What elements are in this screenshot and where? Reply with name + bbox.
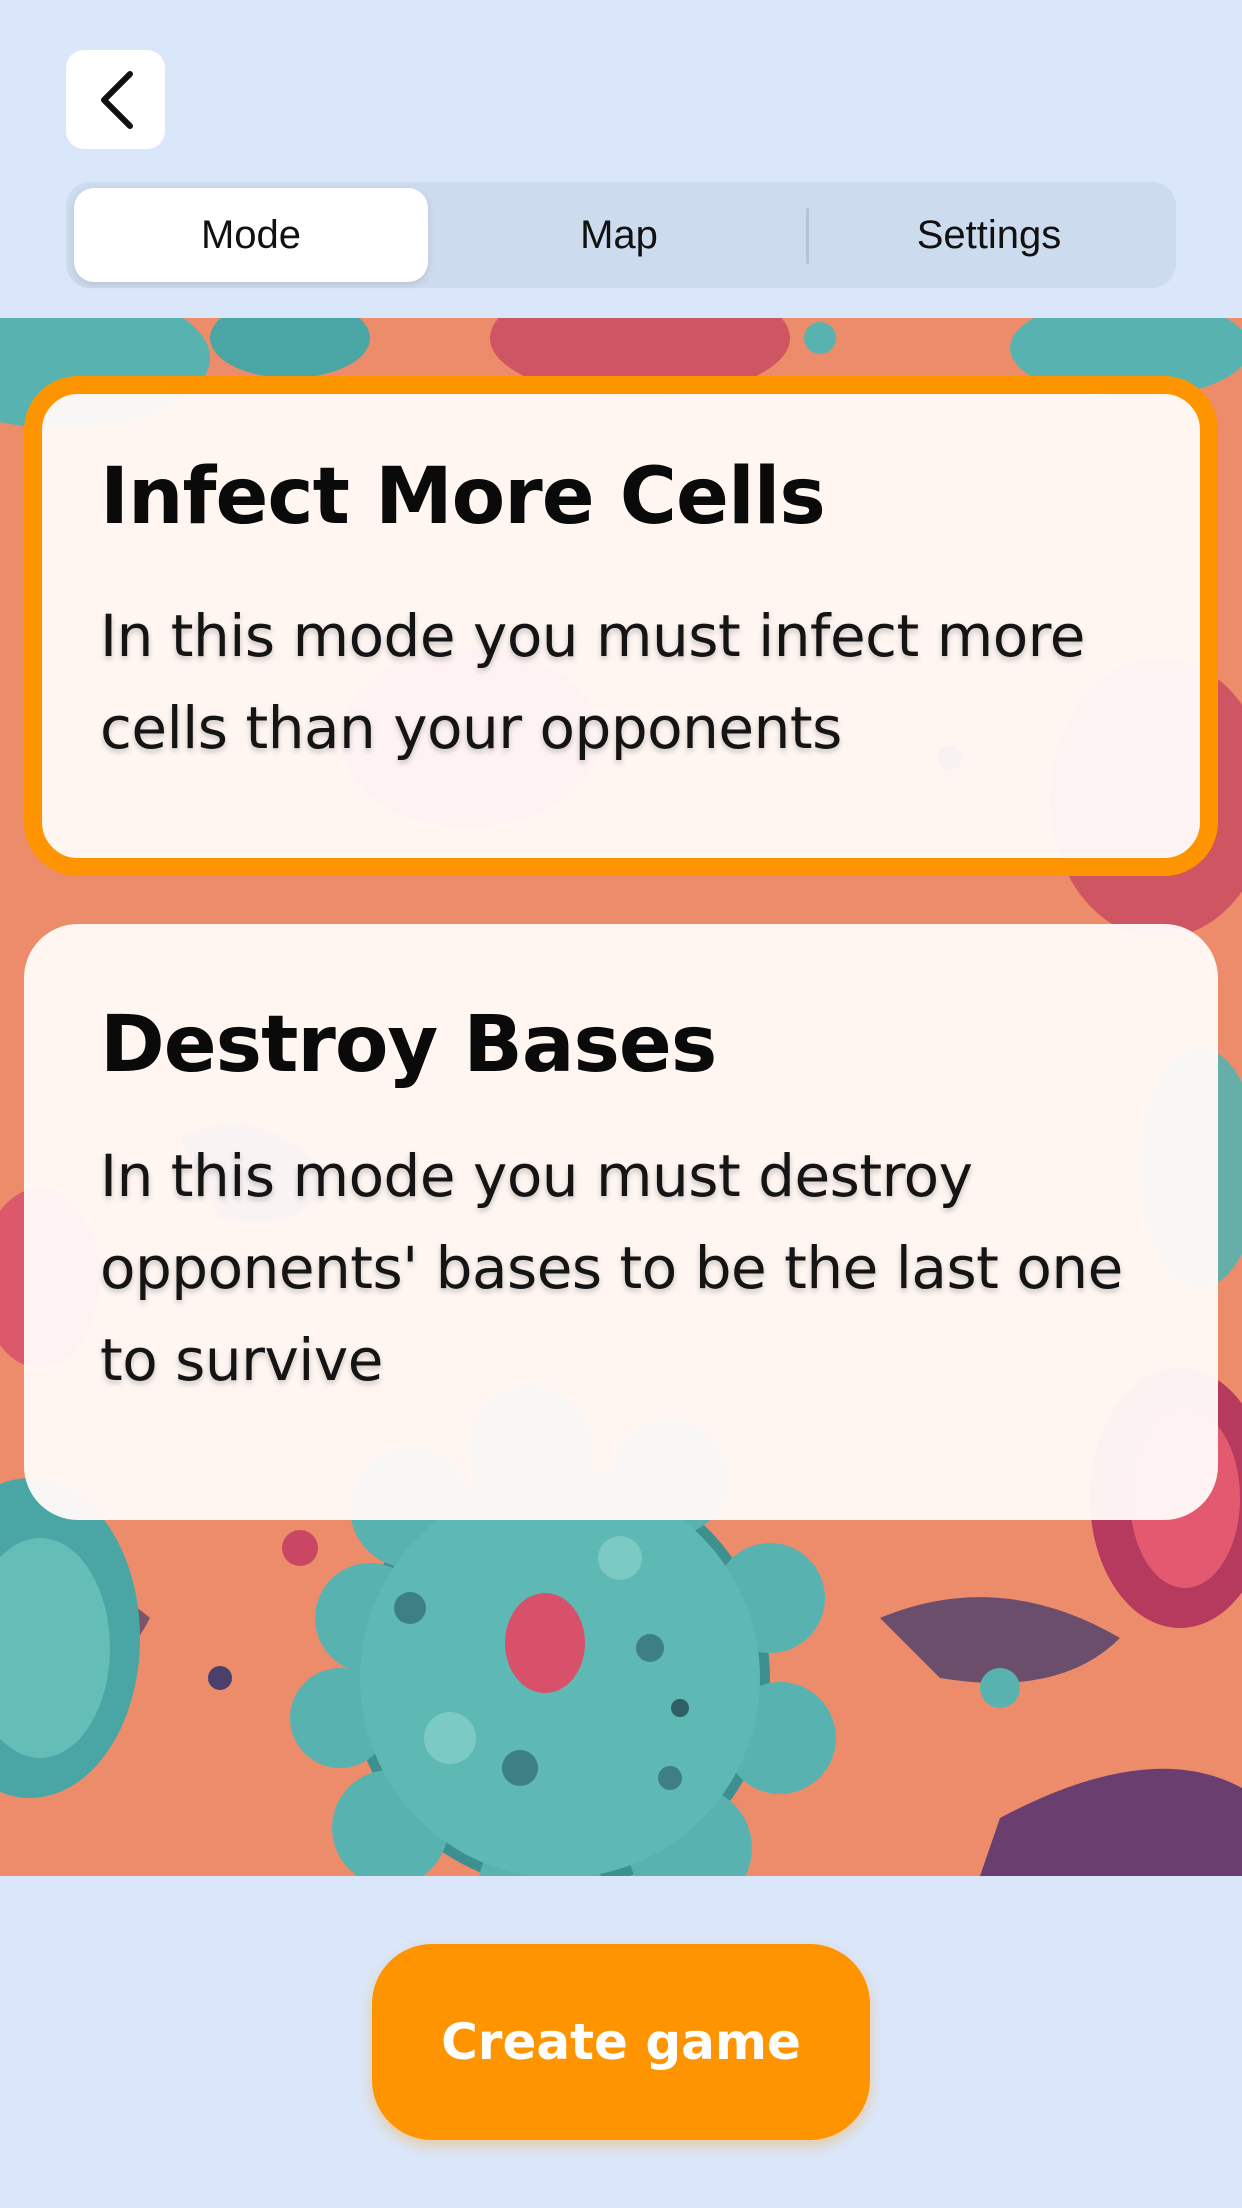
mode-title: Destroy Bases (100, 1000, 717, 1090)
tab-map[interactable]: Map (436, 188, 802, 282)
tab-mode[interactable]: Mode (74, 188, 428, 282)
mode-card-infect-more-cells[interactable]: Infect More Cells In this mode you must … (24, 376, 1218, 876)
create-game-button[interactable]: Create game (372, 1944, 870, 2140)
mode-description: In this mode you must destroy opponents'… (100, 1142, 1123, 1394)
back-button[interactable] (66, 50, 165, 149)
mode-card-destroy-bases[interactable]: Destroy Bases In this mode you must dest… (24, 924, 1218, 1520)
mode-title: Infect More Cells (100, 452, 826, 542)
mode-description: In this mode you must infect more cells … (100, 602, 1085, 762)
chevron-left-icon (94, 68, 138, 132)
tab-settings[interactable]: Settings (810, 188, 1168, 282)
tab-bar: Mode Map Settings (66, 182, 1176, 288)
tab-divider (806, 208, 809, 264)
